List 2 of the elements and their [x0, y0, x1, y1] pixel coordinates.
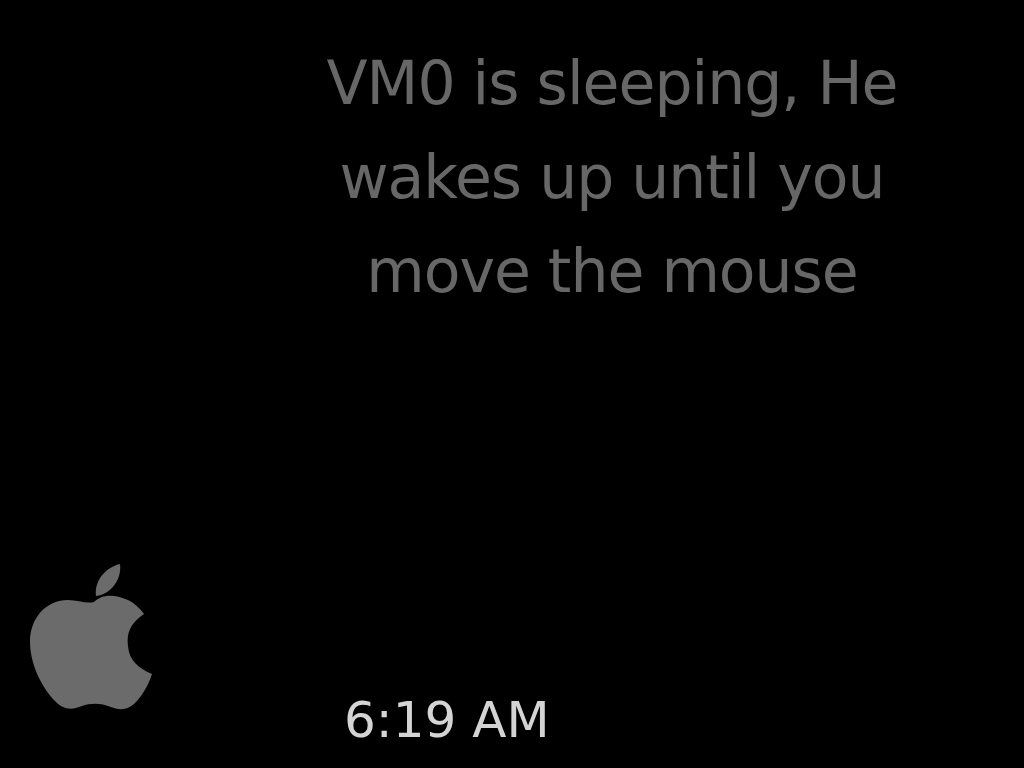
- clock-time: 6:19 AM: [344, 690, 550, 750]
- sleep-message: VM0 is sleeping, He wakes up until you move the mouse: [325, 47, 899, 308]
